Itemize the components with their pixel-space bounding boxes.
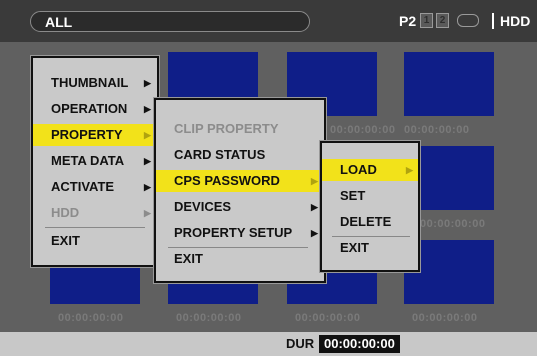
chevron-right-icon: ▶ xyxy=(144,156,151,166)
duration-label: DUR xyxy=(286,336,315,351)
menu-item-thumbnail[interactable]: THUMBNAIL ▶ xyxy=(33,72,157,94)
chevron-right-icon: ▶ xyxy=(144,78,151,88)
clip-timecode: 00:00:00:00 xyxy=(295,312,361,324)
chevron-right-icon: ▶ xyxy=(144,130,151,140)
chevron-right-icon: ▶ xyxy=(144,104,151,114)
clip-timecode: 00:00:00:00 xyxy=(330,124,396,136)
main-menu: THUMBNAIL ▶ OPERATION ▶ PROPERTY ▶ META … xyxy=(31,56,159,267)
chevron-right-icon: ▶ xyxy=(311,228,318,238)
menu-item-hdd[interactable]: HDD ▶ xyxy=(33,202,157,224)
chevron-right-icon: ▶ xyxy=(144,208,151,218)
chevron-right-icon: ▶ xyxy=(311,202,318,212)
duration-value: 00:00:00:00 xyxy=(319,335,400,353)
menu-item-load[interactable]: LOAD ▶ xyxy=(322,159,418,181)
chevron-right-icon: ▶ xyxy=(406,165,413,175)
menu-item-meta-data[interactable]: META DATA ▶ xyxy=(33,150,157,172)
menu-item-set[interactable]: SET xyxy=(322,185,418,207)
menu-item-property-setup[interactable]: PROPERTY SETUP ▶ xyxy=(156,222,324,244)
menu-item-clip-property[interactable]: CLIP PROPERTY xyxy=(156,118,324,140)
clip-timecode: 00:00:00:00 xyxy=(58,312,124,324)
menu-item-exit[interactable]: EXIT xyxy=(33,230,157,252)
menu-item-cps-password[interactable]: CPS PASSWORD ▶ xyxy=(156,170,324,192)
clip-timecode: 00:00:00:00 xyxy=(420,218,486,230)
clip-timecode: 00:00:00:00 xyxy=(176,312,242,324)
chevron-right-icon: ▶ xyxy=(144,182,151,192)
menu-item-cps-exit[interactable]: EXIT xyxy=(322,237,418,259)
menu-item-property-exit[interactable]: EXIT xyxy=(156,248,324,270)
menu-divider xyxy=(45,227,145,228)
p2-label: P2 xyxy=(399,13,417,29)
chevron-right-icon: ▶ xyxy=(311,176,318,186)
clip-timecode: 00:00:00:00 xyxy=(412,312,478,324)
card-slot-1-icon: 1 xyxy=(420,13,433,28)
menu-item-property[interactable]: PROPERTY ▶ xyxy=(33,124,157,146)
menu-item-card-status[interactable]: CARD STATUS xyxy=(156,144,324,166)
property-submenu: CLIP PROPERTY CARD STATUS CPS PASSWORD ▶… xyxy=(154,98,326,283)
menu-item-devices[interactable]: DEVICES ▶ xyxy=(156,196,324,218)
clip-timecode: 00:00:00:00 xyxy=(404,124,470,136)
status-bar: ALL P2 1 2 HDD xyxy=(0,0,537,42)
menu-item-activate[interactable]: ACTIVATE ▶ xyxy=(33,176,157,198)
footer-bar: DUR 00:00:00:00 xyxy=(0,332,537,356)
clip-thumbnail-screen: ALL P2 1 2 HDD 00:00:00:00 00:00:00:00 0… xyxy=(0,0,537,356)
cps-password-submenu: LOAD ▶ SET DELETE EXIT xyxy=(320,141,420,272)
clip-filter-indicator[interactable]: ALL xyxy=(30,11,310,32)
clip-thumbnail[interactable] xyxy=(404,52,494,116)
menu-item-delete[interactable]: DELETE xyxy=(322,211,418,233)
menu-item-operation[interactable]: OPERATION ▶ xyxy=(33,98,157,120)
card-slot-2-icon: 2 xyxy=(436,13,449,28)
clip-filter-label: ALL xyxy=(45,14,73,30)
hdd-drive-icon xyxy=(457,14,479,27)
hdd-label: HDD xyxy=(492,13,530,29)
